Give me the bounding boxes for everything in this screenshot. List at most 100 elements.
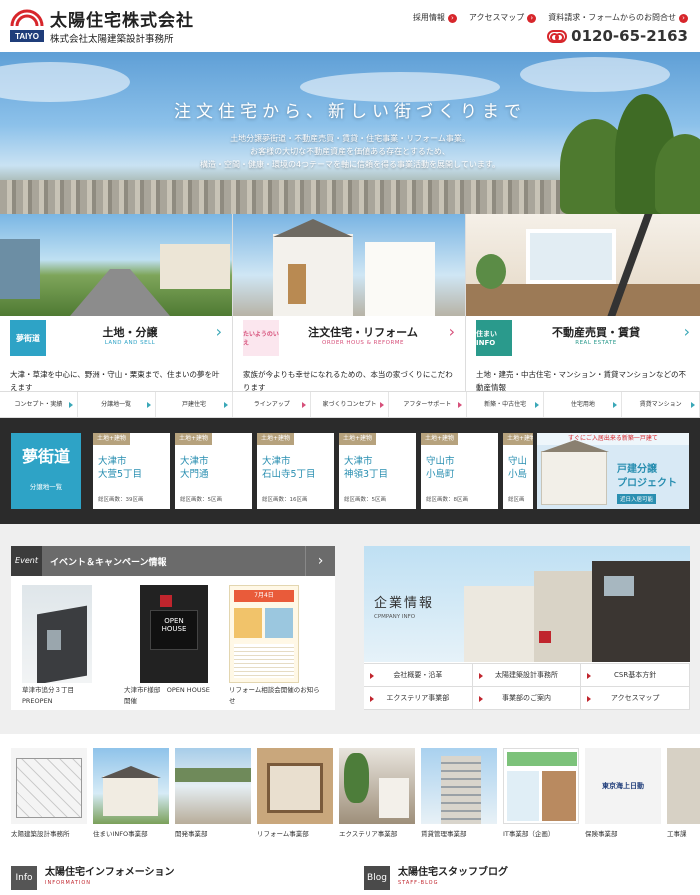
event-header[interactable]: Event イベント＆キャンペーン情報 › (11, 546, 335, 576)
event-item[interactable]: 7月4日 リフォーム相談会開催のお知らせ (229, 585, 325, 707)
card-order[interactable]: たいようのいえ 注文住宅・リフォーム ORDER HOUS & REFORME … (233, 214, 466, 418)
card-land[interactable]: 夢街道 土地・分譲 LAND AND SELL › 大津・草津を中心に、野洲・守… (0, 214, 233, 418)
dept-item[interactable]: IT事業部（企画） (503, 748, 579, 838)
card-order-title: 注文住宅・リフォーム (308, 326, 418, 339)
lot-count: 総区画数：16区画 (262, 497, 308, 503)
lot-card[interactable]: 土地+建物 大津市 大萱5丁目 総区画数：39区画 (93, 433, 170, 509)
header-nav: 採用情報 › アクセスマップ › 資料請求・フォームからのお問合せ › (413, 12, 688, 23)
lot-tag: 土地+建物 (257, 433, 295, 445)
site-header: TAIYO 太陽住宅株式会社 株式会社太陽建築設計事務所 採用情報 › アクセスマ… (0, 0, 700, 52)
company-link[interactable]: 事業部のご案内 (472, 687, 582, 710)
company-link[interactable]: 太陽建築設計事務所 (472, 664, 582, 687)
dept-photo (421, 748, 497, 824)
yume-kaido-panel[interactable]: 夢街道 分譲地一覧 (11, 433, 81, 509)
lot-tag: 土地+建物 (503, 433, 533, 445)
arrow-icon: › (679, 14, 688, 23)
lot-tag: 土地+建物 (421, 433, 459, 445)
dept-caption: 工事課 (667, 830, 687, 838)
dept-photo (257, 748, 333, 824)
event-panel: Event イベント＆キャンペーン情報 › 草津市追分３丁目 PREOPEN O… (11, 546, 335, 710)
dept-photo (503, 748, 579, 824)
dept-item[interactable]: 東京海上日動 保険事業部 (585, 748, 661, 838)
blog-section-header[interactable]: Blog 太陽住宅スタッフブログ STAFF-BLOG (364, 866, 508, 890)
project-button[interactable]: 近日入居可能 (617, 494, 657, 504)
dept-item[interactable]: 住まいINFO事業部 (93, 748, 169, 838)
lot-count: 総区画数：5区画 (180, 497, 222, 503)
dept-item[interactable]: リフォーム事業部 (257, 748, 333, 838)
event-item[interactable]: 草津市追分３丁目 PREOPEN (22, 585, 92, 707)
link-new-used[interactable]: 新築・中古住宅 (467, 392, 545, 417)
dept-caption: リフォーム事業部 (257, 830, 309, 838)
dept-photo (93, 748, 169, 824)
nav-contact[interactable]: 資料請求・フォームからのお問合せ › (548, 12, 688, 23)
yume-kaido-logo: 夢街道 (21, 447, 70, 466)
event-item[interactable]: OPEN HOUSE 大津市F様邸 OPEN HOUSE 開催 (124, 585, 222, 707)
company-photo[interactable]: 企業情報 CPMPANY INFO (364, 546, 690, 662)
event-caption: リフォーム相談会開催のお知らせ (229, 686, 320, 705)
triangle-right-icon (146, 402, 151, 408)
arrow-icon: › (447, 14, 457, 23)
blog-title: 太陽住宅スタッフブログ STAFF-BLOG (398, 867, 508, 886)
sumai-info-logo-icon: 住まいINFO (476, 320, 512, 356)
dept-item[interactable]: 太陽建築設計事務所 (11, 748, 87, 838)
lot-card[interactable]: 土地+建物 守山市 小島町 総区画数：8区画 (421, 433, 498, 509)
triangle-right-icon (478, 696, 483, 702)
nav-access[interactable]: アクセスマップ › (469, 12, 537, 23)
company-links: 会社概要・沿革 太陽建築設計事務所 CSR基本方針 エクステリア事業部 事業部の… (364, 663, 690, 710)
card-land-photo (0, 214, 232, 316)
lot-name: 大津市 石山寺5丁目 (262, 456, 316, 480)
event-caption: 大津市F様邸 OPEN HOUSE 開催 (124, 686, 217, 705)
dept-item[interactable]: 開発事業部 (175, 748, 251, 838)
company-link[interactable]: 会社概要・沿革 (364, 664, 473, 687)
link-lot-list[interactable]: 分譲地一覧 (78, 392, 156, 417)
triangle-right-icon (587, 673, 592, 679)
lot-card[interactable]: 土地+建物 大津市 神領3丁目 総区画数：5区画 (339, 433, 416, 509)
dept-photo (667, 748, 700, 824)
lots-band: 夢街道 分譲地一覧 土地+建物 大津市 大萱5丁目 総区画数：39区画 土地+建物… (0, 418, 700, 524)
link-detached[interactable]: 戸建住宅 (156, 392, 234, 417)
dept-item[interactable]: 賃貸管理事業部 (421, 748, 497, 838)
project-banner[interactable]: すぐにご入居出来る新築一戸建て 戸建分譲 プロジェクト 近日入居可能 (537, 433, 689, 509)
event-caption: 草津市追分３丁目 PREOPEN (22, 686, 74, 705)
lot-card[interactable]: 土地+建物 守山小島 総区画 (503, 433, 533, 509)
triangle-right-icon (613, 402, 618, 408)
card-realestate-title: 不動産売買・賃貸 (552, 326, 640, 339)
link-after-support[interactable]: アフターサポート (389, 392, 467, 417)
lot-tag: 土地+建物 (93, 433, 131, 445)
card-sub-links: コンセプト・実績 分譲地一覧 戸建住宅 ラインアップ 家づくりコンセプト アフタ… (0, 391, 700, 418)
link-rental[interactable]: 賃貸マンション (622, 392, 700, 417)
company-link[interactable]: エクステリア事業部 (364, 687, 473, 710)
hero-banner: 注文住宅から、新しい街づくりまで 土地分譲夢街道・不動産売買・賃貸・住宅事業・リ… (0, 52, 700, 214)
project-title: 戸建分譲 プロジェクト (617, 464, 677, 489)
info-section-header[interactable]: Info 太陽住宅インフォメーション INFORMATION (11, 866, 175, 890)
card-order-photo (233, 214, 465, 316)
chevron-right-icon[interactable]: › (305, 546, 335, 576)
company-name[interactable]: 太陽住宅株式会社 (50, 6, 194, 31)
taiyo-logo-icon[interactable]: TAIYO (10, 8, 44, 44)
house-image (541, 440, 609, 505)
link-residential-land[interactable]: 住宅用地 (544, 392, 623, 417)
lot-card[interactable]: 土地+建物 大津市 大門通 総区画数：5区画 (175, 433, 252, 509)
nav-recruit[interactable]: 採用情報 › (413, 12, 457, 23)
departments-section: 太陽建築設計事務所 住まいINFO事業部 開発事業部 リフォーム事業部 エクステ… (0, 734, 700, 895)
dept-photo (339, 748, 415, 824)
lot-count: 総区画数：8区画 (426, 497, 468, 503)
dept-caption: 開発事業部 (175, 830, 208, 838)
dept-item[interactable]: エクステリア事業部 (339, 748, 415, 838)
arrow-icon: › (527, 14, 537, 23)
card-realestate[interactable]: 住まいINFO 不動産売買・賃貸 REAL ESTATE › 土地・建売・中古住… (466, 214, 700, 418)
lot-name: 守山市 小島町 (426, 456, 455, 480)
dept-caption: 保険事業部 (585, 830, 618, 838)
lot-name: 大津市 大萱5丁目 (98, 456, 143, 480)
dept-item[interactable]: 工事課 (667, 748, 700, 838)
lot-list-button[interactable]: 分譲地一覧 (11, 481, 81, 491)
company-link[interactable]: アクセスマップ (581, 687, 690, 710)
link-lineup[interactable]: ラインアップ (233, 392, 312, 417)
triangle-right-icon (370, 673, 374, 679)
lot-card[interactable]: 土地+建物 大津市 石山寺5丁目 総区画数：16区画 (257, 433, 334, 509)
link-house-concept[interactable]: 家づくりコンセプト (311, 392, 389, 417)
dept-photo (11, 748, 87, 824)
company-link[interactable]: CSR基本方針 (581, 664, 690, 687)
link-concept[interactable]: コンセプト・実績 (0, 392, 78, 417)
phone-number[interactable]: 0120-65-2163 (547, 27, 688, 45)
